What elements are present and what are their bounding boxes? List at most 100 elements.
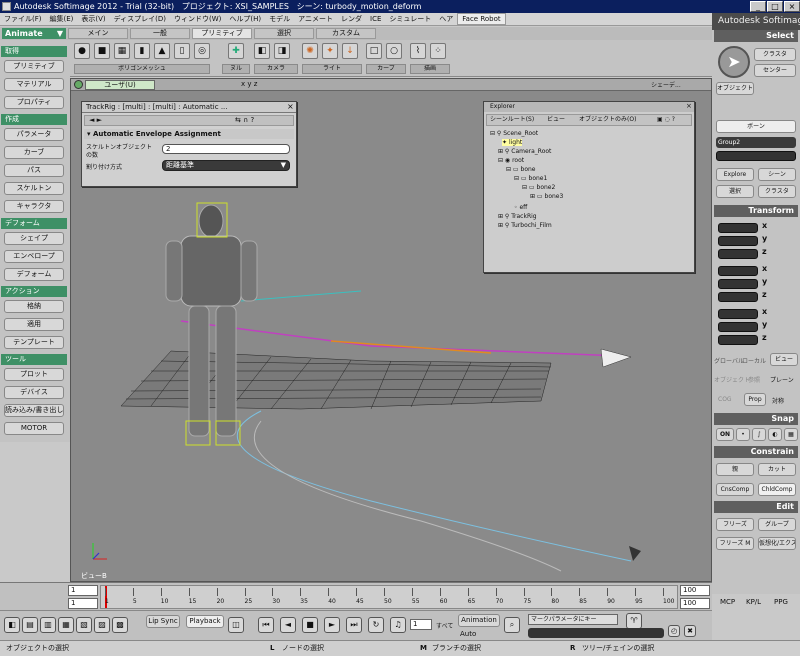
play-icon[interactable]: ► xyxy=(324,617,340,633)
btn-template[interactable]: テンプレート xyxy=(4,336,64,349)
envelope-section-header[interactable]: ▾ Automatic Envelope Assignment xyxy=(84,129,294,139)
tab-primitive[interactable]: プリミティブ xyxy=(192,28,252,39)
local-mode[interactable]: ローカル xyxy=(742,356,766,365)
btn-curve[interactable]: カーブ xyxy=(4,146,64,159)
snap-grid-icon[interactable]: ▦ xyxy=(784,428,798,441)
btn-store[interactable]: 格納 xyxy=(4,300,64,313)
scale-x-field[interactable] xyxy=(718,223,758,233)
close-icon[interactable]: × xyxy=(287,102,294,111)
timeline-end-field[interactable]: 100 xyxy=(680,585,710,596)
search-icon[interactable]: ⌕ xyxy=(504,617,520,633)
sphere-icon[interactable]: ● xyxy=(74,43,90,59)
maximize-button[interactable]: □ xyxy=(767,1,783,12)
timeline-start-field[interactable]: 1 xyxy=(68,585,98,596)
translate-x-field[interactable] xyxy=(718,309,758,319)
rotate-y-field[interactable] xyxy=(718,279,758,289)
tree-bone3[interactable]: ⊞ ▭ bone3 xyxy=(530,193,563,200)
menu-face-robot[interactable]: Face Robot xyxy=(457,13,506,25)
tree-eff[interactable]: ◦ eff xyxy=(514,204,527,211)
tree-camera-root[interactable]: ⊞ ⚲ Camera_Root xyxy=(498,148,551,155)
layout3-icon[interactable]: ▦ xyxy=(58,617,74,633)
snap-curve-icon[interactable]: ∫ xyxy=(752,428,766,441)
snap-surface-icon[interactable]: ◐ xyxy=(768,428,782,441)
tab-kpl[interactable]: KP/L xyxy=(746,598,761,606)
menu-edit[interactable]: 編集(E) xyxy=(46,13,78,26)
lock-key-icon[interactable]: ◴ xyxy=(668,625,680,637)
view-mode[interactable]: ビュー xyxy=(770,353,798,366)
select-center-button[interactable]: センター xyxy=(754,64,796,77)
tab-custom[interactable]: カスタム xyxy=(316,28,376,39)
assign-method-select[interactable]: 距離基準 ▼ xyxy=(162,160,290,171)
global-mode[interactable]: グローバル xyxy=(714,356,744,365)
layout-icon[interactable]: ▤ xyxy=(22,617,38,633)
frame-field[interactable]: 1 xyxy=(410,619,432,630)
selection-field[interactable] xyxy=(716,151,796,161)
btn-envelope[interactable]: エンベロープ xyxy=(4,250,64,263)
menu-view[interactable]: 表示(V) xyxy=(77,13,109,26)
scale-z-field[interactable] xyxy=(718,249,758,259)
camera-icon[interactable]: ◧ xyxy=(254,43,270,59)
cylinder-icon[interactable]: ▮ xyxy=(134,43,150,59)
layout4-icon[interactable]: ▧ xyxy=(76,617,92,633)
group-polygon-mesh[interactable]: ポリゴンメッシュ xyxy=(74,64,210,74)
objects-only-menu[interactable]: オブジェクトのみ(O) xyxy=(579,115,636,125)
draw-curve-icon[interactable]: ⌇ xyxy=(410,43,426,59)
menu-file[interactable]: ファイル(F) xyxy=(0,13,46,26)
timeline[interactable]: 1 1 1 5 10 15 20 25 30 35 40 45 50 55 60 65 70 75 80 85 90… xyxy=(0,582,712,610)
edit-header[interactable]: Edit xyxy=(714,501,798,513)
lock-icon[interactable]: ▣ ◌ ? xyxy=(657,115,675,125)
scale-y-field[interactable] xyxy=(718,236,758,246)
parent-button[interactable]: 親 xyxy=(716,463,754,476)
cube-icon[interactable]: ■ xyxy=(94,43,110,59)
tab-general[interactable]: 一般 xyxy=(130,28,190,39)
all-label[interactable]: すべて xyxy=(436,621,453,630)
btn-import-export[interactable]: 読み込み/書き出し xyxy=(4,404,64,417)
tree-light[interactable]: ✦ light xyxy=(502,139,523,146)
select-cluster-button[interactable]: クラスタ xyxy=(754,48,796,61)
menu-window[interactable]: ウィンドウ(W) xyxy=(170,13,225,26)
translate-y-field[interactable] xyxy=(718,322,758,332)
menu-help[interactable]: ヘルプ(H) xyxy=(225,13,265,26)
btn-skeleton[interactable]: スケルトン xyxy=(4,182,64,195)
btn-motor[interactable]: MOTOR xyxy=(4,422,64,435)
audio-icon[interactable]: ♫ xyxy=(390,617,406,633)
menu-ice[interactable]: ICE xyxy=(366,13,385,26)
loop-icon[interactable]: ◫ xyxy=(228,617,244,633)
point-light-icon[interactable]: ✺ xyxy=(302,43,318,59)
menu-render[interactable]: レンダ xyxy=(337,13,366,26)
last-frame-icon[interactable]: ⏭ xyxy=(346,617,362,633)
auto-key-label[interactable]: Auto xyxy=(460,630,476,638)
lip-sync-button[interactable]: Lip Sync xyxy=(146,615,180,628)
keyframe-slider[interactable] xyxy=(528,628,664,638)
section-tools[interactable]: ツール xyxy=(1,354,67,365)
timeline-track[interactable]: 1 5 10 15 20 25 30 35 40 45 50 55 60 65 70 75 80 85 90 95 10… xyxy=(100,585,678,609)
rotate-z-field[interactable] xyxy=(718,292,758,302)
menu-model[interactable]: モデル xyxy=(265,13,294,26)
cns-comp-button[interactable]: CnsComp xyxy=(716,483,754,496)
virtualize-button[interactable]: 仮想化/エクス xyxy=(758,537,796,550)
plane-mode[interactable]: プレーン xyxy=(770,375,794,384)
ref-mode[interactable]: 参照 xyxy=(748,375,760,384)
lock-icon[interactable]: ◄ ► xyxy=(89,116,102,124)
camera-selector[interactable]: ユーザ(U) xyxy=(85,80,155,90)
freeze-button[interactable]: フリーズ xyxy=(716,518,754,531)
animation-button[interactable]: Animation xyxy=(458,614,500,627)
null-icon[interactable]: ✚ xyxy=(228,43,244,59)
skeleton-count-field[interactable]: 2 xyxy=(162,144,290,154)
infinite-light-icon[interactable]: ↓ xyxy=(342,43,358,59)
mode-selector[interactable]: Animate ▼ xyxy=(2,28,66,39)
snap-point-icon[interactable]: • xyxy=(736,428,750,441)
minimize-button[interactable]: _ xyxy=(750,1,766,12)
select-header[interactable]: Select xyxy=(714,30,798,42)
refresh-icon[interactable]: ⇆ ∩ ? xyxy=(235,116,254,124)
tree-trackrig[interactable]: ⊞ ⚲ TrackRig xyxy=(498,213,537,220)
menu-display[interactable]: ディスプレイ(D) xyxy=(110,13,170,26)
key-icon[interactable]: ♈ xyxy=(626,613,642,629)
explore-button[interactable]: Explore xyxy=(716,168,754,181)
freeze-m-button[interactable]: フリーズ M xyxy=(716,537,754,550)
object-mode[interactable]: オブジェクト xyxy=(714,375,750,384)
btn-apply[interactable]: 適用 xyxy=(4,318,64,331)
torus-icon[interactable]: ◎ xyxy=(194,43,210,59)
shading-menu[interactable]: シェーデ... xyxy=(651,80,681,89)
tree-bone2[interactable]: ⊟ ▭ bone2 xyxy=(522,184,555,191)
